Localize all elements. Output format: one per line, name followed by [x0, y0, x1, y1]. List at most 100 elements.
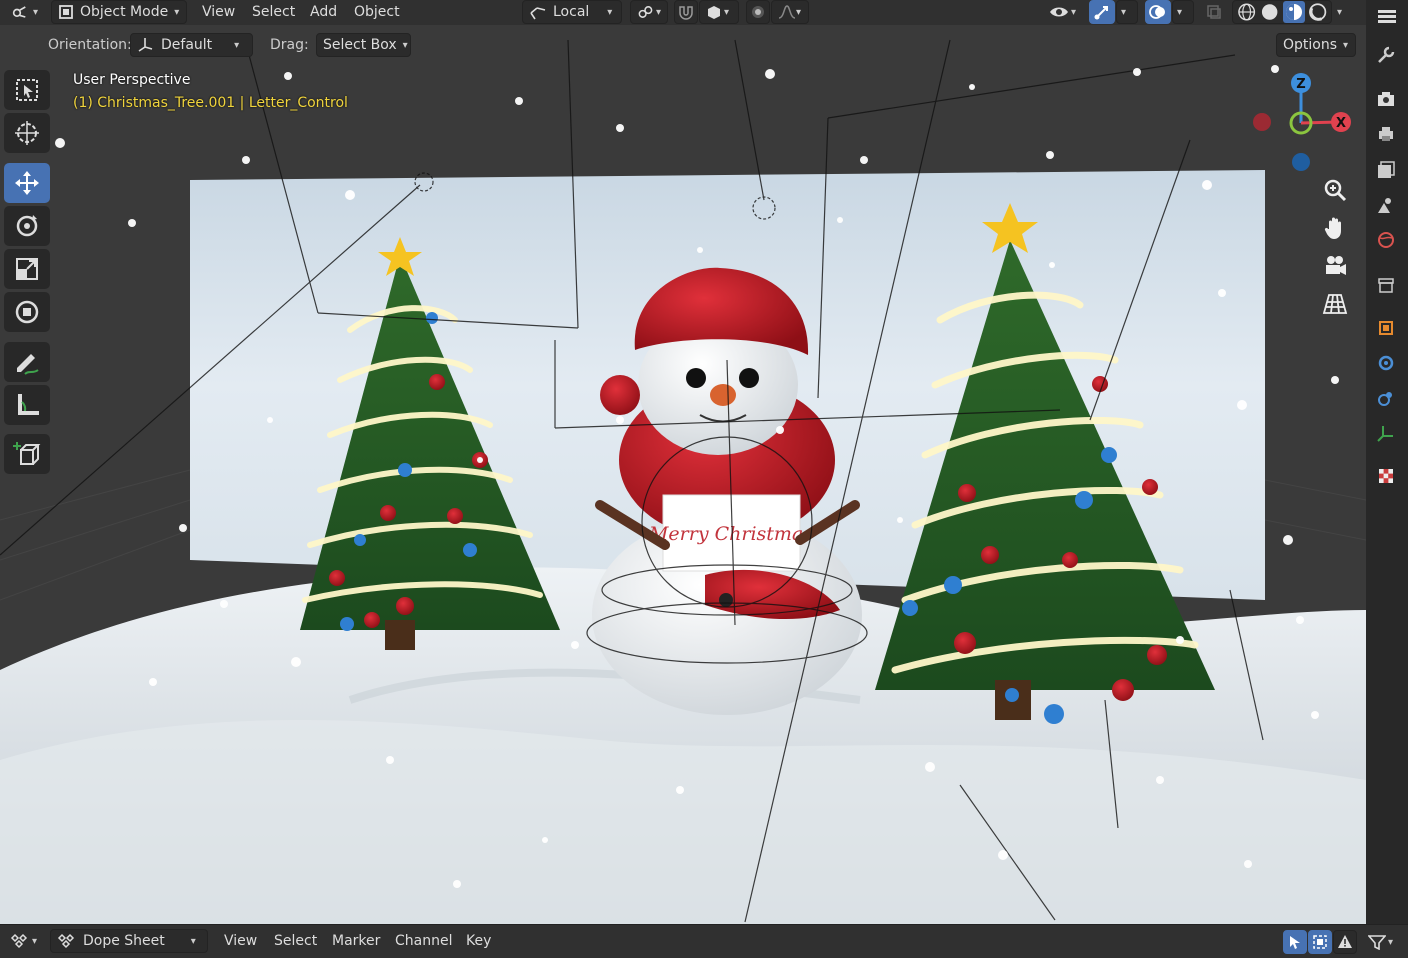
properties-editor-type[interactable]: [1376, 8, 1398, 28]
select-box-tool[interactable]: [4, 70, 50, 110]
dopesheet-menu-view[interactable]: View: [224, 933, 257, 949]
gizmo-neg-z[interactable]: [1292, 153, 1310, 171]
editor-type-button[interactable]: ▾: [6, 0, 44, 24]
checker-texture-icon: [1379, 469, 1393, 483]
falloff-curve-icon: [778, 5, 796, 19]
rendered-shading-icon[interactable]: [1308, 2, 1327, 22]
annotate-tool[interactable]: [4, 342, 50, 382]
rotate-tool[interactable]: [4, 206, 50, 246]
shading-modes[interactable]: [1232, 0, 1332, 24]
drag-select[interactable]: Select Box ▾: [316, 33, 411, 57]
tab-collection[interactable]: [1373, 272, 1399, 298]
bottom-editor-type-button[interactable]: ▾: [4, 929, 44, 953]
only-errors-toggle[interactable]: [1333, 930, 1357, 954]
visibility-select[interactable]: ▾: [1043, 0, 1083, 24]
filters-dropdown[interactable]: ▾: [1362, 930, 1402, 954]
object-square-icon: [1379, 321, 1393, 335]
transform-orientation-select[interactable]: Local ▾: [522, 0, 622, 24]
dopesheet-header: ▾ Dope Sheet ▾ View Select Marker Channe…: [0, 924, 1408, 958]
dopesheet-menu-marker[interactable]: Marker: [332, 933, 380, 949]
wrench-icon: [1378, 46, 1395, 63]
scale-icon: [16, 258, 38, 280]
gizmo-toggle[interactable]: [1089, 0, 1115, 24]
overlays-icon: [1149, 5, 1165, 19]
camera-icon: [1326, 256, 1346, 275]
gizmo-neg-x[interactable]: [1253, 113, 1271, 131]
orientation-axes-icon: [138, 38, 153, 52]
zoom-button[interactable]: [1317, 172, 1353, 208]
drag-label: Drag:: [270, 37, 309, 53]
overlays-options[interactable]: ▾: [1172, 0, 1194, 24]
measure-tool[interactable]: [4, 385, 50, 425]
menu-add[interactable]: Add: [310, 4, 337, 20]
pivot-point-select[interactable]: ▾: [630, 0, 668, 24]
overlays-toggle[interactable]: [1145, 0, 1171, 24]
mode-select[interactable]: Object Mode ▾: [51, 0, 187, 24]
show-hidden-toggle[interactable]: [1308, 930, 1332, 954]
constraint-icon: [1378, 392, 1392, 406]
dopesheet-mode-icon: [57, 933, 75, 949]
transform-tool[interactable]: [4, 292, 50, 332]
proportional-edit-toggle[interactable]: [746, 0, 770, 24]
only-selected-toggle[interactable]: [1283, 930, 1307, 954]
navigation-gizmo[interactable]: Z X: [1245, 70, 1355, 180]
dopesheet-editor-icon: [10, 933, 28, 949]
measure-icon: [18, 394, 39, 415]
shading-options[interactable]: ▾: [1333, 0, 1357, 24]
tab-object[interactable]: [1373, 315, 1399, 341]
solid-shading-icon[interactable]: [1260, 2, 1279, 22]
snap-toggle[interactable]: [674, 0, 698, 24]
cursor-tool[interactable]: [4, 113, 50, 153]
scene-icon: [1378, 198, 1391, 213]
menu-view[interactable]: View: [202, 4, 235, 20]
properties-menu-icon: [1378, 10, 1396, 23]
add-cube-icon: [13, 442, 41, 465]
gizmo-icon: [1094, 6, 1108, 20]
dopesheet-menu-select[interactable]: Select: [274, 933, 317, 949]
cursor-arrow-icon: [1290, 936, 1300, 949]
gizmo-options[interactable]: ▾: [1116, 0, 1138, 24]
tab-render[interactable]: [1373, 86, 1399, 112]
tab-view-layer[interactable]: [1373, 157, 1399, 183]
local-axes-icon: [530, 7, 546, 20]
tab-tool[interactable]: [1373, 42, 1399, 68]
tab-constraints[interactable]: [1373, 385, 1399, 411]
dopesheet-menu-channel[interactable]: Channel: [395, 933, 452, 949]
options-dropdown[interactable]: Options ▾: [1276, 33, 1356, 57]
move-tool[interactable]: [4, 163, 50, 203]
pan-button[interactable]: [1317, 210, 1353, 246]
svg-text:Z: Z: [1296, 77, 1305, 92]
tab-physics[interactable]: [1373, 350, 1399, 376]
zoom-icon: [1324, 179, 1347, 202]
dopesheet-mode-select[interactable]: Dope Sheet ▾: [50, 929, 208, 953]
tab-object-data[interactable]: [1373, 420, 1399, 446]
wireframe-shading-icon[interactable]: [1237, 2, 1256, 22]
xray-icon: [1207, 5, 1221, 19]
xray-toggle[interactable]: [1203, 0, 1227, 24]
image-stack-icon: [1378, 161, 1395, 178]
rotate-icon: [16, 215, 38, 237]
scale-tool[interactable]: [4, 249, 50, 289]
material-preview-button[interactable]: [1282, 1, 1305, 23]
annotate-icon: [17, 354, 39, 375]
snap-target-select[interactable]: ▾: [699, 0, 739, 24]
tab-world[interactable]: [1373, 227, 1399, 253]
dopesheet-menu-key[interactable]: Key: [466, 933, 491, 949]
warning-icon: [1338, 935, 1352, 948]
tab-texture[interactable]: [1373, 463, 1399, 489]
orientation-select[interactable]: Default ▾: [130, 33, 253, 57]
menu-select[interactable]: Select: [252, 4, 295, 20]
3d-viewport[interactable]: Merry Christmas User Perspective (1) Chr…: [0, 0, 1366, 924]
tab-output[interactable]: [1373, 121, 1399, 147]
physics-icon: [1378, 355, 1394, 371]
ortho-toggle-button[interactable]: [1317, 286, 1353, 322]
add-cube-tool[interactable]: [4, 434, 50, 474]
eye-icon: [1050, 7, 1068, 17]
printer-icon: [1379, 127, 1393, 141]
menu-object[interactable]: Object: [354, 4, 400, 20]
falloff-select[interactable]: ▾: [771, 0, 809, 24]
camera-view-button[interactable]: [1317, 248, 1353, 284]
tool-settings-bar: Orientation: Default ▾ Drag: Select Box …: [0, 25, 1366, 60]
tab-scene[interactable]: [1373, 192, 1399, 218]
proportional-edit-icon: [752, 6, 764, 18]
